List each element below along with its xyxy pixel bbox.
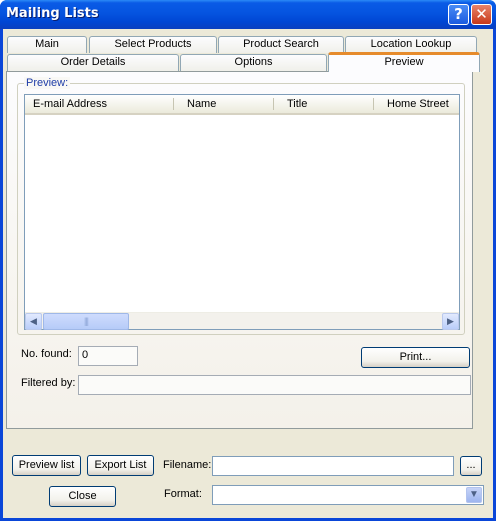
column-header-email[interactable]: E-mail Address <box>27 95 173 113</box>
filtered-by-field <box>78 375 471 395</box>
window-title: Mailing Lists <box>6 6 99 21</box>
preview-group-label: Preview: <box>24 77 71 89</box>
scroll-left-button[interactable]: ◀ <box>25 313 42 330</box>
tab-preview[interactable]: Preview <box>328 52 480 72</box>
preview-groupbox: Preview: E-mail Address Name Title Home … <box>17 77 465 335</box>
chevron-down-icon: ▼ <box>469 489 479 500</box>
tab-select-products[interactable]: Select Products <box>89 36 217 53</box>
close-x-icon: ✕ <box>475 5 488 23</box>
scroll-right-button[interactable]: ▶ <box>442 313 459 330</box>
column-header-title[interactable]: Title <box>281 95 373 113</box>
preview-listview[interactable]: E-mail Address Name Title Home Street ◀ <box>24 94 460 330</box>
print-button[interactable]: Print... <box>361 347 470 368</box>
column-divider[interactable] <box>273 98 274 110</box>
dialog-client-area: Main Select Products Product Search Loca… <box>3 29 493 518</box>
title-bar[interactable]: Mailing Lists ? ✕ <box>0 0 496 29</box>
column-divider[interactable] <box>373 98 374 110</box>
filtered-by-label: Filtered by: <box>21 377 76 389</box>
scrollbar-thumb[interactable]: ||| <box>43 313 129 330</box>
listview-header: E-mail Address Name Title Home Street <box>25 95 459 115</box>
close-window-button[interactable]: ✕ <box>471 4 492 25</box>
preview-tab-panel: Preview: E-mail Address Name Title Home … <box>6 71 473 429</box>
no-found-label: No. found: <box>21 348 72 360</box>
format-label: Format: <box>164 488 202 500</box>
mailing-lists-window: Mailing Lists ? ✕ Main Select Products P… <box>0 0 496 521</box>
column-header-home-street[interactable]: Home Street <box>381 95 459 113</box>
tab-location-lookup[interactable]: Location Lookup <box>345 36 477 53</box>
grip-icon: ||| <box>83 316 89 326</box>
no-found-field: 0 <box>78 346 138 366</box>
column-header-name[interactable]: Name <box>181 95 273 113</box>
tab-order-details[interactable]: Order Details <box>7 54 179 71</box>
filename-label: Filename: <box>163 459 212 471</box>
preview-list-button[interactable]: Preview list <box>12 455 81 476</box>
tab-main[interactable]: Main <box>7 36 87 53</box>
arrow-left-icon: ◀ <box>30 316 37 326</box>
tab-product-search[interactable]: Product Search <box>218 36 344 53</box>
browse-button[interactable]: ... <box>460 456 482 476</box>
question-mark-icon: ? <box>454 5 463 23</box>
filename-input[interactable] <box>212 456 454 476</box>
arrow-right-icon: ▶ <box>447 316 454 326</box>
column-divider[interactable] <box>173 98 174 110</box>
export-list-button[interactable]: Export List <box>87 455 154 476</box>
format-select[interactable]: ▼ <box>212 485 484 505</box>
close-button[interactable]: Close <box>49 486 116 507</box>
help-button[interactable]: ? <box>448 4 469 25</box>
tab-options[interactable]: Options <box>180 54 327 71</box>
horizontal-scrollbar[interactable]: ◀ ||| ▶ <box>25 312 459 330</box>
format-dropdown-button[interactable]: ▼ <box>466 487 482 503</box>
